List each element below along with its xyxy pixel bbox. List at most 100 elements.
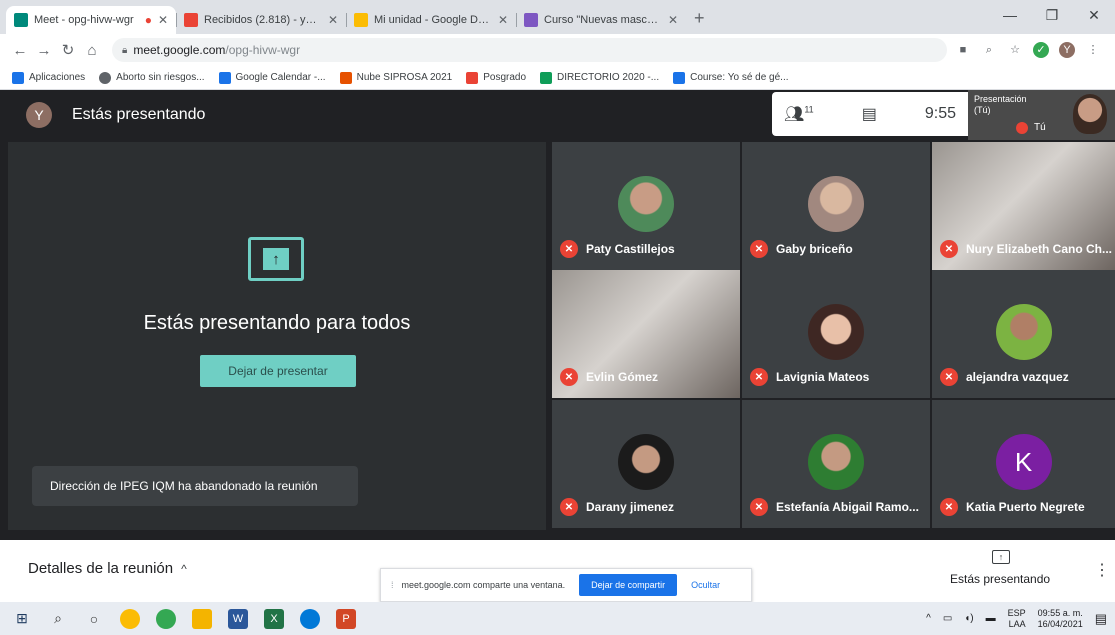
presenting-status-label: Estás presentando — [950, 572, 1051, 586]
network-icon[interactable]: ▭ — [943, 613, 952, 624]
chevron-up-tray-icon[interactable]: ^ — [926, 613, 931, 624]
meet-bottom-bar: Detalles de la reunión ^ ⁞ meet.google.co… — [0, 540, 1115, 602]
bookmark-apps[interactable]: Aplicaciones — [12, 71, 86, 84]
home-icon[interactable]: ⌂ — [80, 42, 104, 59]
input-language[interactable]: ESP LAA — [1008, 608, 1026, 630]
participant-name-tag: ✕ Darany jimenez — [560, 498, 674, 516]
participant-name-tag: ✕ Estefanía Abigail Ramo... — [750, 498, 919, 516]
participant-tile[interactable]: ✕ Estefanía Abigail Ramo... — [742, 400, 930, 528]
minimize-icon[interactable]: — — [989, 0, 1031, 30]
participant-name-tag: ✕ Lavignia Mateos — [750, 368, 869, 386]
tab-drive[interactable]: Mi unidad - Google Drive ✕ — [346, 6, 516, 34]
participant-name-tag: ✕ Paty Castillejos — [560, 240, 675, 258]
present-now-icon[interactable]: ↑ — [992, 550, 1010, 564]
back-arrow-icon[interactable]: ← — [8, 42, 32, 59]
tab-gmail[interactable]: Recibidos (2.818) - yarimemtz1 ✕ — [176, 6, 346, 34]
edge-icon[interactable] — [300, 608, 320, 629]
close-window-icon[interactable]: ✕ — [1073, 0, 1115, 30]
stop-presenting-button[interactable]: Dejar de presentar — [200, 355, 356, 387]
chrome-profile-icon[interactable] — [156, 608, 176, 629]
camera-icon[interactable]: ■ — [955, 42, 971, 58]
chrome-icon[interactable] — [120, 608, 140, 629]
self-view-label: Presentación (Tú) — [974, 94, 1027, 116]
bookmark-item[interactable]: Aborto sin riesgos... — [99, 71, 205, 84]
self-view-tile[interactable]: Presentación (Tú) Tú — [968, 90, 1115, 140]
bookmark-item[interactable]: Nube SIPROSA 2021 — [339, 71, 452, 84]
participant-name: alejandra vazquez — [966, 370, 1069, 384]
participants-count: 11 — [804, 104, 814, 115]
extension-check-icon[interactable]: ✓ — [1033, 42, 1049, 58]
forward-arrow-icon[interactable]: → — [32, 42, 56, 59]
muted-mic-icon: ✕ — [940, 368, 958, 386]
clock[interactable]: 09:55 a. m. 16/04/2021 — [1038, 608, 1083, 630]
bookmark-item[interactable]: Posgrado — [466, 71, 527, 84]
bookmark-item[interactable]: Google Calendar -... — [218, 71, 326, 84]
close-tab-icon[interactable]: ✕ — [668, 13, 678, 27]
participant-tile[interactable]: ✕ Nury Elizabeth Cano Ch... — [932, 142, 1115, 270]
bookmark-label: Aborto sin riesgos... — [116, 72, 205, 83]
participant-name-tag: ✕ Nury Elizabeth Cano Ch... — [940, 240, 1112, 258]
powerpoint-icon[interactable]: P — [336, 608, 356, 629]
url-field[interactable]: 🔒︎ meet.google.com/opg-hivw-wgr — [112, 38, 947, 62]
participant-photo — [808, 176, 864, 232]
meeting-details-label: Detalles de la reunión — [28, 560, 174, 577]
maximize-icon[interactable]: ❐ — [1031, 0, 1073, 30]
bookmark-item[interactable]: DIRECTORIO 2020 -... — [540, 71, 659, 84]
participant-name: Estefanía Abigail Ramo... — [776, 500, 919, 514]
menu-kebab-icon[interactable]: ⋮ — [1085, 42, 1101, 58]
address-bar-row: ← → ↻ ⌂ 🔒︎ meet.google.com/opg-hivw-wgr … — [0, 34, 1115, 66]
cortana-icon[interactable]: ○ — [84, 609, 104, 629]
tab-title: Meet - opg-hivw-wgr — [34, 14, 134, 26]
participant-tile[interactable]: ✕ Paty Castillejos — [552, 142, 740, 270]
new-tab-button[interactable]: + — [694, 8, 705, 29]
profile-avatar-icon[interactable]: Y — [1059, 42, 1075, 58]
browser-tab-bar: Meet - opg-hivw-wgr ● ✕ Recibidos (2.818… — [0, 0, 1115, 34]
tab-meet[interactable]: Meet - opg-hivw-wgr ● ✕ — [6, 6, 176, 34]
participant-name: Darany jimenez — [586, 500, 675, 514]
zoom-icon[interactable]: ⌕ — [981, 42, 997, 58]
participant-name: Nury Elizabeth Cano Ch... — [966, 242, 1113, 256]
muted-mic-icon: ✕ — [560, 368, 578, 386]
chat-icon[interactable]: ▤ — [862, 104, 877, 124]
bookmark-item[interactable]: Course: Yo sé de gé... — [673, 71, 789, 84]
apps-grid-icon — [12, 71, 24, 84]
participant-tile[interactable]: ✕ Evlin Gómez — [552, 270, 740, 398]
participant-tile[interactable]: ✕ Darany jimenez — [552, 400, 740, 528]
meeting-details-button[interactable]: Detalles de la reunión ^ — [28, 560, 187, 577]
window-controls: — ❐ ✕ — [989, 0, 1115, 30]
participant-left-toast: Dirección de IPEG IQM ha abandonado la r… — [32, 466, 358, 506]
excel-icon[interactable]: X — [264, 608, 284, 629]
bookmark-label: Aplicaciones — [29, 72, 86, 83]
notifications-icon[interactable]: ▤ — [1095, 611, 1107, 627]
close-tab-icon[interactable]: ✕ — [328, 13, 338, 27]
tab-curso[interactable]: Curso "Nuevas masculinidades" ✕ — [516, 6, 686, 34]
participant-name-tag: ✕ Gaby briceño — [750, 240, 853, 258]
participant-name-tag: ✕ alejandra vazquez — [940, 368, 1069, 386]
url-path: /opg-hivw-wgr — [225, 43, 301, 57]
participant-tile[interactable]: ✕ alejandra vazquez — [932, 270, 1115, 398]
more-options-icon[interactable]: ⋮ — [1094, 560, 1110, 580]
drag-handle-icon[interactable]: ⁞ — [391, 580, 394, 590]
self-name: Tú — [1034, 122, 1046, 133]
battery-icon[interactable]: ▬ — [986, 613, 996, 624]
bookmark-label: Posgrado — [483, 72, 527, 83]
volume-icon[interactable]: ◖) — [964, 613, 973, 624]
chevron-up-icon: ^ — [181, 562, 187, 576]
participant-tile[interactable]: ✕ Gaby briceño — [742, 142, 930, 270]
word-icon[interactable]: W — [228, 608, 248, 629]
star-icon[interactable]: ☆ — [1007, 42, 1023, 58]
reload-icon[interactable]: ↻ — [56, 41, 80, 59]
participant-tile[interactable]: ✕ Lavignia Mateos — [742, 270, 930, 398]
close-tab-icon[interactable]: ✕ — [498, 13, 508, 27]
close-tab-icon[interactable]: ✕ — [158, 13, 168, 27]
presenting-header: Y Estás presentando — [0, 90, 770, 140]
participant-tile[interactable]: K ✕ Katia Puerto Negrete — [932, 400, 1115, 528]
stop-sharing-button[interactable]: Dejar de compartir — [579, 574, 678, 596]
participant-name-tag: ✕ Katia Puerto Negrete — [940, 498, 1085, 516]
people-icon[interactable]: 👥︎11 — [784, 104, 814, 124]
muted-mic-icon: ✕ — [750, 368, 768, 386]
windows-start-icon[interactable]: ⊞ — [12, 609, 32, 629]
hide-notice-button[interactable]: Ocultar — [691, 580, 720, 590]
file-explorer-icon[interactable] — [192, 608, 212, 629]
search-icon[interactable]: ⌕ — [48, 609, 68, 629]
